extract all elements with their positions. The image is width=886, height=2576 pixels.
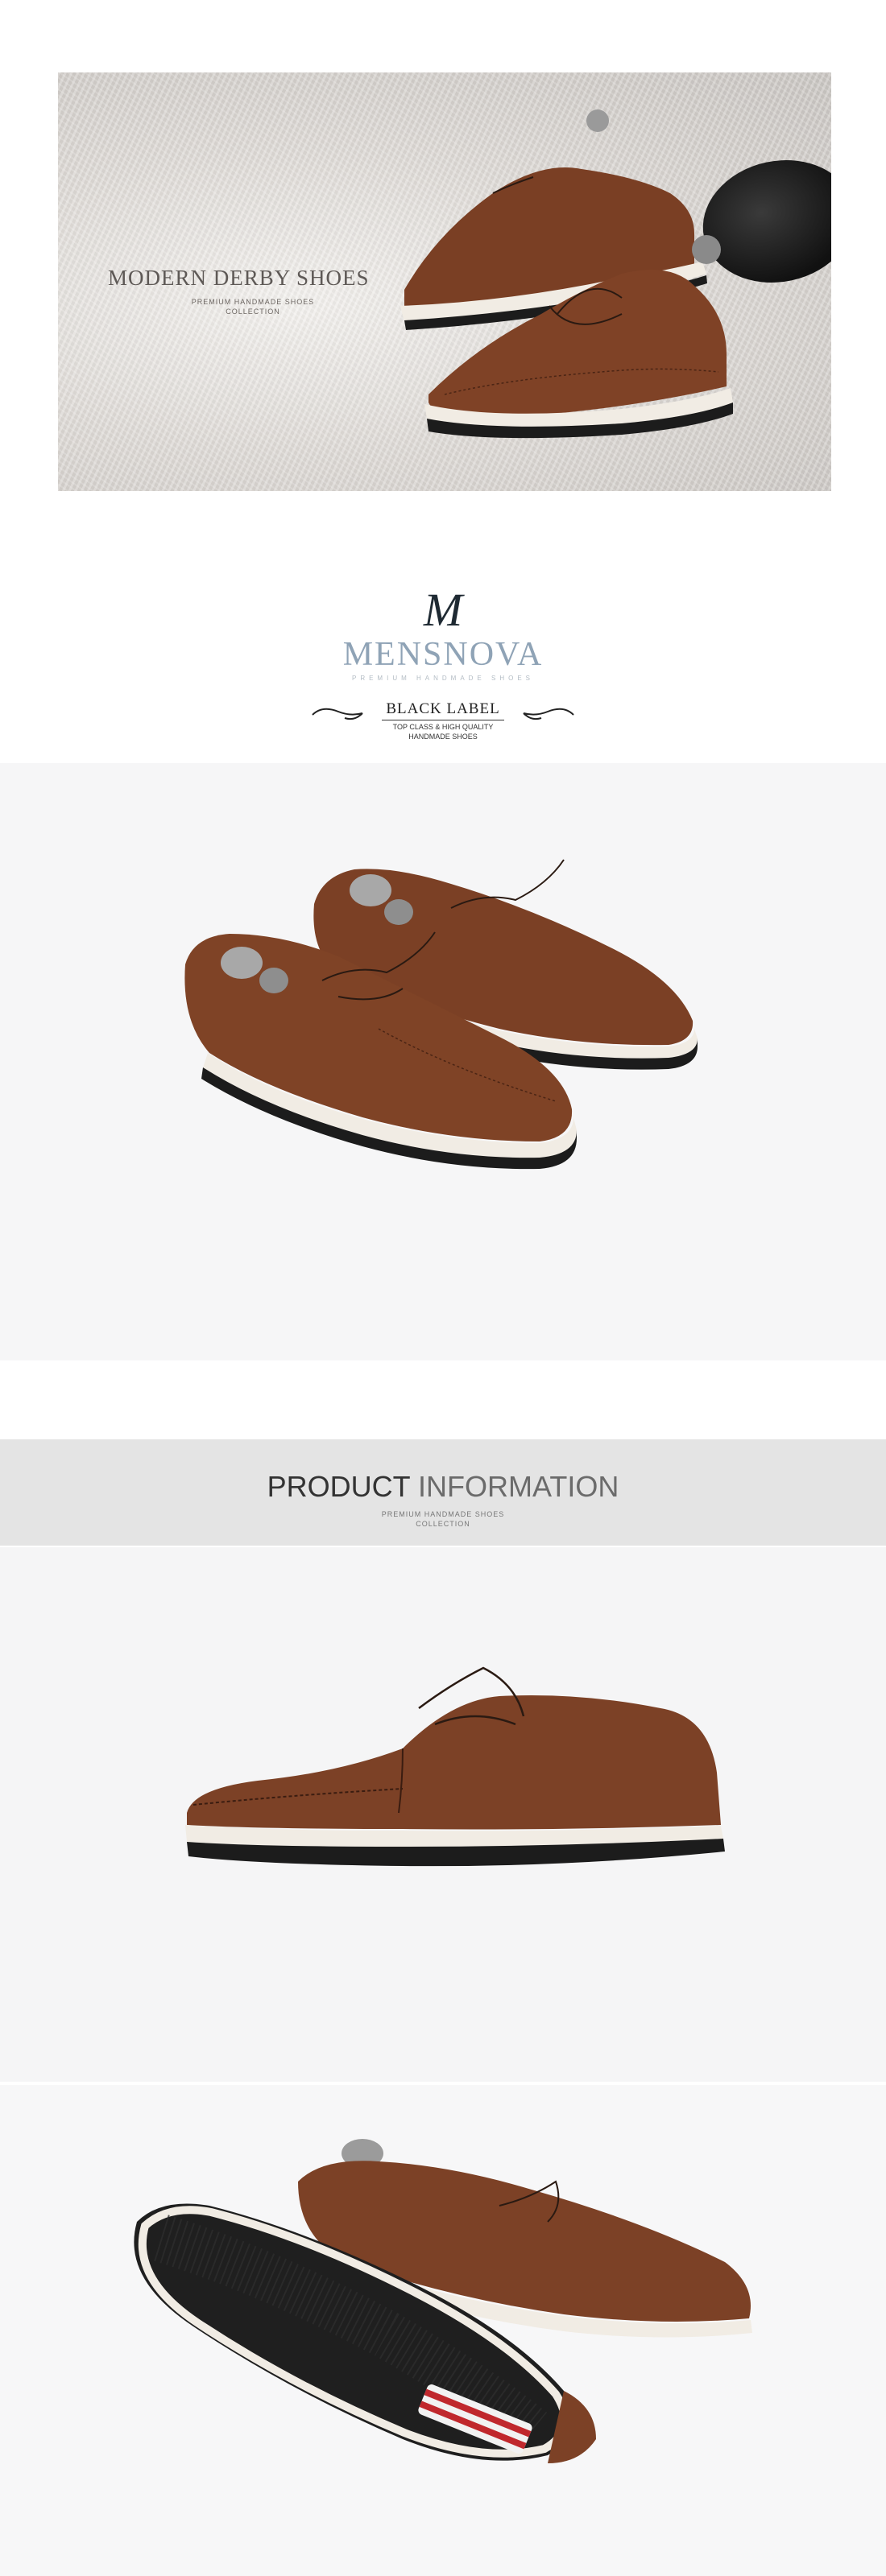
black-label-title: BLACK LABEL	[386, 700, 500, 717]
brand-tagline: PREMIUM HANDMADE SHOES	[351, 675, 534, 682]
info-title-bold: PRODUCT	[267, 1470, 411, 1503]
hero-subtitle: PREMIUM HANDMADE SHOES	[191, 298, 315, 306]
product-information-title: PRODUCT INFORMATION	[0, 1470, 886, 1504]
shoe-pair-image	[184, 859, 698, 1170]
product-photo-sole	[0, 2085, 886, 2576]
shoe-side-image	[185, 1666, 725, 1867]
info-subtitle-collection: COLLECTION	[416, 1520, 470, 1528]
product-photo-pair	[0, 763, 886, 1360]
shoe-sole-image	[134, 2139, 752, 2463]
hero-banner: MODERN DERBY SHOES PREMIUM HANDMADE SHOE…	[58, 72, 831, 491]
label-subtitle: TOP CLASS & HIGH QUALITY	[392, 723, 494, 731]
brand-logo-mark: M	[423, 584, 463, 636]
hero-subtitle-collection: COLLECTION	[226, 308, 280, 316]
brand-name: MENSNOVA	[342, 636, 544, 673]
info-subtitle: PREMIUM HANDMADE SHOES	[381, 1510, 505, 1518]
product-photo-side	[0, 1547, 886, 2082]
label-subtitle-2: HANDMADE SHOES	[408, 733, 478, 741]
info-title-light: INFORMATION	[418, 1470, 619, 1503]
hero-title: MODERN DERBY SHOES	[108, 266, 370, 290]
